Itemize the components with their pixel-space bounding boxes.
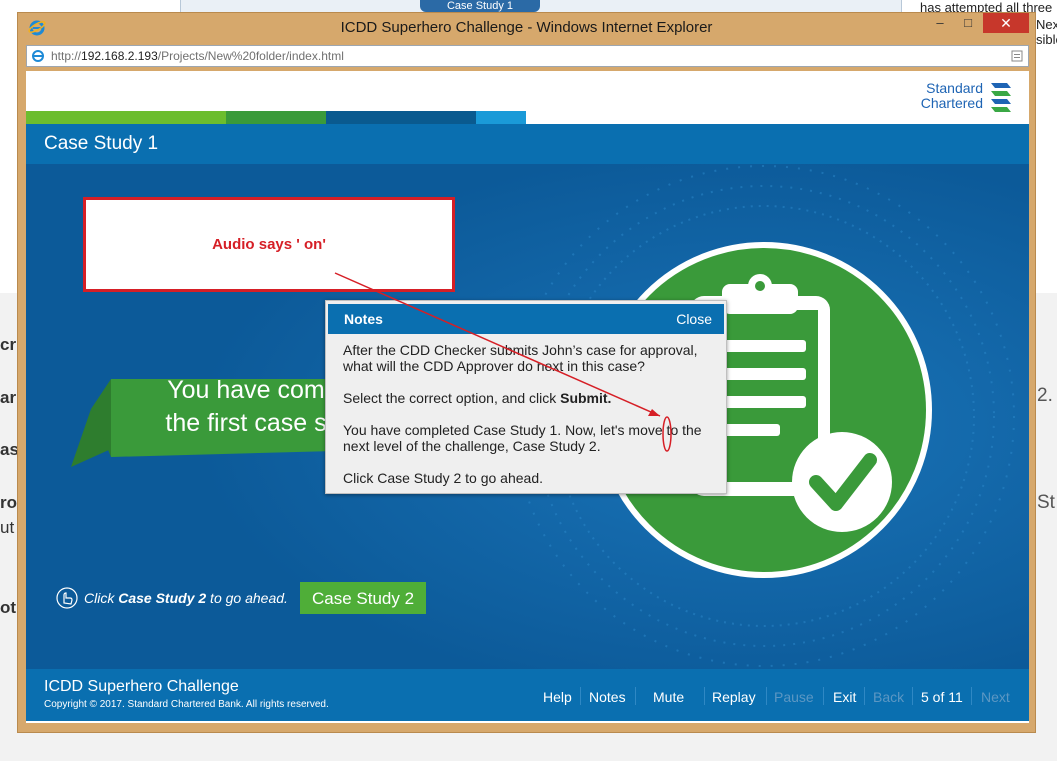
background-text: 2. xyxy=(1037,385,1053,406)
hand-pointer-icon xyxy=(56,587,78,609)
page-indicator: 5 of 11 xyxy=(921,689,963,705)
background-text: St xyxy=(1037,492,1055,513)
help-button[interactable]: Help xyxy=(543,689,572,705)
next-button[interactable]: Next xyxy=(981,689,1010,705)
nav-divider xyxy=(635,687,636,705)
minimize-button[interactable]: – xyxy=(927,13,953,33)
case-study-2-button[interactable]: Case Study 2 xyxy=(300,582,426,614)
notes-popup: Notes Close After the CDD Checker submit… xyxy=(325,300,727,494)
brand-line-1: Standard xyxy=(926,80,983,96)
notes-body: After the CDD Checker submits John’s cas… xyxy=(343,342,713,502)
notes-close-button[interactable]: Close xyxy=(676,311,712,327)
nav-divider xyxy=(864,687,865,705)
replay-button[interactable]: Replay xyxy=(712,689,756,705)
notes-bold-text: Submit. xyxy=(560,390,612,406)
instruction-suffix: to go ahead. xyxy=(206,590,288,606)
instruction-text: Click Case Study 2 to go ahead. xyxy=(84,590,288,606)
nav-divider xyxy=(580,687,581,705)
title-bar[interactable]: ICDD Superhero Challenge - Windows Inter… xyxy=(18,13,1035,43)
notes-paragraph: You have completed Case Study 1. Now, le… xyxy=(343,422,702,454)
color-bar-segment xyxy=(326,111,476,124)
background-text: Nex xyxy=(1036,17,1057,32)
background-text: ut xyxy=(0,518,15,537)
color-bar-segment xyxy=(26,111,226,124)
color-bar-segment xyxy=(226,111,326,124)
background-text: cr xyxy=(0,335,17,354)
nav-divider xyxy=(766,687,767,705)
background-tab: Case Study 1 xyxy=(420,0,540,12)
standard-chartered-logo: Standard Chartered xyxy=(911,77,1021,117)
restore-button[interactable]: □ xyxy=(955,13,981,33)
notes-text: Select the correct option, and click xyxy=(343,390,561,406)
audio-annotation-box: Audio says ' on' xyxy=(83,197,455,292)
notes-paragraph: Click Case Study 2 to go ahead. xyxy=(343,470,544,486)
instruction-bold: Case Study 2 xyxy=(118,590,207,606)
notes-title: Notes xyxy=(344,311,383,327)
course-footer: ICDD Superhero Challenge Copyright © 201… xyxy=(26,669,1029,721)
close-window-button[interactable]: ✕ xyxy=(983,13,1029,33)
background-text: ar xyxy=(0,388,17,407)
background-window-top xyxy=(180,0,902,12)
nav-divider xyxy=(971,687,972,705)
back-button[interactable]: Back xyxy=(873,689,904,705)
background-text: ro xyxy=(0,493,17,512)
nav-divider xyxy=(823,687,824,705)
exit-button[interactable]: Exit xyxy=(833,689,856,705)
color-bar-segment xyxy=(476,111,526,124)
url-path: /Projects/New%20folder/index.html xyxy=(157,49,344,63)
notes-paragraph: Select the correct option, and click Sub… xyxy=(343,390,713,406)
notes-header: Notes Close xyxy=(328,304,724,334)
address-bar[interactable]: http://192.168.2.193/Projects/New%20fold… xyxy=(26,45,1029,67)
url-prefix: http:// xyxy=(51,49,82,63)
brand-mark-icon xyxy=(991,83,1011,112)
mute-button[interactable]: Mute xyxy=(653,689,684,705)
nav-divider xyxy=(912,687,913,705)
audio-annotation-text: Audio says ' on' xyxy=(212,236,326,253)
notes-paragraph: After the CDD Checker submits John’s cas… xyxy=(343,342,698,374)
copyright-text: Copyright © 2017. Standard Chartered Ban… xyxy=(44,699,329,710)
instruction-prefix: Click xyxy=(84,590,119,606)
notes-button[interactable]: Notes xyxy=(589,689,626,705)
brand-line-2: Chartered xyxy=(920,95,983,111)
url-text[interactable]: http://192.168.2.193/Projects/New%20fold… xyxy=(51,49,344,63)
footer-title: ICDD Superhero Challenge xyxy=(44,678,239,695)
background-text: ot xyxy=(0,598,17,617)
course-title: Case Study 1 xyxy=(44,133,159,154)
url-host: 192.168.2.193 xyxy=(81,49,158,63)
compatibility-view-icon[interactable] xyxy=(1010,49,1024,63)
window-title: ICDD Superhero Challenge - Windows Inter… xyxy=(340,19,713,36)
page-favicon-icon xyxy=(32,50,44,62)
background-text: sible xyxy=(1036,32,1057,47)
nav-divider xyxy=(704,687,705,705)
course-title-bar: Case Study 1 xyxy=(26,124,1029,164)
pause-button[interactable]: Pause xyxy=(774,689,814,705)
